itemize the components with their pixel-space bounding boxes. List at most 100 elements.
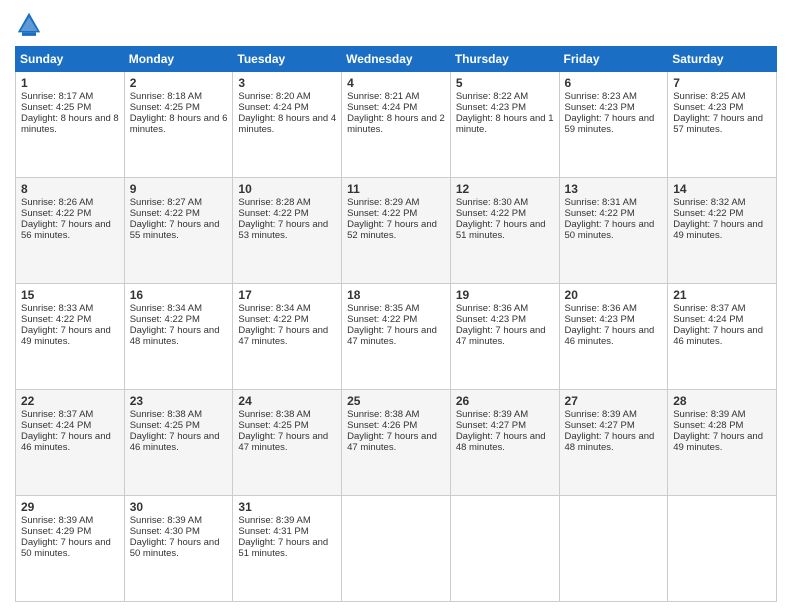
day-number: 27 — [565, 394, 663, 408]
day-number: 30 — [130, 500, 228, 514]
calendar-cell: 2 Sunrise: 8:18 AM Sunset: 4:25 PM Dayli… — [124, 72, 233, 178]
daylight-label: Daylight: 7 hours and 49 minutes. — [21, 325, 111, 347]
calendar-cell: 18 Sunrise: 8:35 AM Sunset: 4:22 PM Dayl… — [342, 284, 451, 390]
sunrise-label: Sunrise: 8:38 AM — [347, 409, 419, 420]
day-number: 8 — [21, 182, 119, 196]
daylight-label: Daylight: 7 hours and 49 minutes. — [673, 431, 763, 453]
day-header-wednesday: Wednesday — [342, 47, 451, 72]
sunrise-label: Sunrise: 8:31 AM — [565, 197, 637, 208]
day-number: 3 — [238, 76, 336, 90]
calendar-week-1: 1 Sunrise: 8:17 AM Sunset: 4:25 PM Dayli… — [16, 72, 777, 178]
sunset-label: Sunset: 4:23 PM — [456, 314, 526, 325]
daylight-label: Daylight: 7 hours and 51 minutes. — [456, 219, 546, 241]
sunrise-label: Sunrise: 8:21 AM — [347, 91, 419, 102]
sunset-label: Sunset: 4:28 PM — [673, 420, 743, 431]
daylight-label: Daylight: 7 hours and 47 minutes. — [347, 325, 437, 347]
logo — [15, 10, 47, 38]
daylight-label: Daylight: 8 hours and 1 minute. — [456, 113, 554, 135]
sunset-label: Sunset: 4:22 PM — [673, 208, 743, 219]
daylight-label: Daylight: 7 hours and 50 minutes. — [565, 219, 655, 241]
daylight-label: Daylight: 7 hours and 46 minutes. — [565, 325, 655, 347]
day-number: 10 — [238, 182, 336, 196]
sunrise-label: Sunrise: 8:29 AM — [347, 197, 419, 208]
sunrise-label: Sunrise: 8:33 AM — [21, 303, 93, 314]
sunset-label: Sunset: 4:23 PM — [565, 314, 635, 325]
day-header-friday: Friday — [559, 47, 668, 72]
day-number: 16 — [130, 288, 228, 302]
sunrise-label: Sunrise: 8:25 AM — [673, 91, 745, 102]
daylight-label: Daylight: 7 hours and 47 minutes. — [238, 431, 328, 453]
daylight-label: Daylight: 7 hours and 48 minutes. — [456, 431, 546, 453]
sunset-label: Sunset: 4:27 PM — [456, 420, 526, 431]
day-number: 22 — [21, 394, 119, 408]
day-number: 17 — [238, 288, 336, 302]
sunset-label: Sunset: 4:23 PM — [673, 102, 743, 113]
day-number: 28 — [673, 394, 771, 408]
sunrise-label: Sunrise: 8:39 AM — [456, 409, 528, 420]
daylight-label: Daylight: 7 hours and 50 minutes. — [130, 537, 220, 559]
daylight-label: Daylight: 7 hours and 46 minutes. — [673, 325, 763, 347]
sunset-label: Sunset: 4:24 PM — [347, 102, 417, 113]
sunset-label: Sunset: 4:22 PM — [21, 314, 91, 325]
sunset-label: Sunset: 4:22 PM — [130, 208, 200, 219]
calendar-cell: 3 Sunrise: 8:20 AM Sunset: 4:24 PM Dayli… — [233, 72, 342, 178]
sunrise-label: Sunrise: 8:32 AM — [673, 197, 745, 208]
daylight-label: Daylight: 7 hours and 46 minutes. — [130, 431, 220, 453]
day-number: 14 — [673, 182, 771, 196]
sunrise-label: Sunrise: 8:35 AM — [347, 303, 419, 314]
calendar-cell: 19 Sunrise: 8:36 AM Sunset: 4:23 PM Dayl… — [450, 284, 559, 390]
sunset-label: Sunset: 4:30 PM — [130, 526, 200, 537]
calendar-body: 1 Sunrise: 8:17 AM Sunset: 4:25 PM Dayli… — [16, 72, 777, 602]
sunset-label: Sunset: 4:27 PM — [565, 420, 635, 431]
daylight-label: Daylight: 7 hours and 57 minutes. — [673, 113, 763, 135]
day-header-saturday: Saturday — [668, 47, 777, 72]
calendar-cell: 24 Sunrise: 8:38 AM Sunset: 4:25 PM Dayl… — [233, 390, 342, 496]
sunrise-label: Sunrise: 8:37 AM — [673, 303, 745, 314]
calendar-cell: 31 Sunrise: 8:39 AM Sunset: 4:31 PM Dayl… — [233, 496, 342, 602]
calendar-table: SundayMondayTuesdayWednesdayThursdayFrid… — [15, 46, 777, 602]
calendar-cell: 20 Sunrise: 8:36 AM Sunset: 4:23 PM Dayl… — [559, 284, 668, 390]
day-header-monday: Monday — [124, 47, 233, 72]
calendar-cell: 14 Sunrise: 8:32 AM Sunset: 4:22 PM Dayl… — [668, 178, 777, 284]
sunset-label: Sunset: 4:31 PM — [238, 526, 308, 537]
daylight-label: Daylight: 7 hours and 50 minutes. — [21, 537, 111, 559]
day-number: 20 — [565, 288, 663, 302]
sunrise-label: Sunrise: 8:34 AM — [130, 303, 202, 314]
sunset-label: Sunset: 4:22 PM — [238, 208, 308, 219]
daylight-label: Daylight: 7 hours and 47 minutes. — [238, 325, 328, 347]
calendar-cell: 29 Sunrise: 8:39 AM Sunset: 4:29 PM Dayl… — [16, 496, 125, 602]
day-number: 13 — [565, 182, 663, 196]
logo-icon — [15, 10, 43, 38]
calendar-cell: 12 Sunrise: 8:30 AM Sunset: 4:22 PM Dayl… — [450, 178, 559, 284]
calendar-cell: 7 Sunrise: 8:25 AM Sunset: 4:23 PM Dayli… — [668, 72, 777, 178]
sunrise-label: Sunrise: 8:18 AM — [130, 91, 202, 102]
calendar-cell: 11 Sunrise: 8:29 AM Sunset: 4:22 PM Dayl… — [342, 178, 451, 284]
daylight-label: Daylight: 7 hours and 53 minutes. — [238, 219, 328, 241]
daylight-label: Daylight: 8 hours and 4 minutes. — [238, 113, 336, 135]
calendar-cell: 6 Sunrise: 8:23 AM Sunset: 4:23 PM Dayli… — [559, 72, 668, 178]
day-header-sunday: Sunday — [16, 47, 125, 72]
sunset-label: Sunset: 4:24 PM — [673, 314, 743, 325]
sunset-label: Sunset: 4:22 PM — [238, 314, 308, 325]
sunset-label: Sunset: 4:23 PM — [565, 102, 635, 113]
day-number: 7 — [673, 76, 771, 90]
sunset-label: Sunset: 4:22 PM — [347, 314, 417, 325]
sunrise-label: Sunrise: 8:30 AM — [456, 197, 528, 208]
sunset-label: Sunset: 4:25 PM — [238, 420, 308, 431]
calendar-cell: 26 Sunrise: 8:39 AM Sunset: 4:27 PM Dayl… — [450, 390, 559, 496]
daylight-label: Daylight: 7 hours and 47 minutes. — [347, 431, 437, 453]
day-number: 25 — [347, 394, 445, 408]
sunrise-label: Sunrise: 8:20 AM — [238, 91, 310, 102]
calendar-cell — [668, 496, 777, 602]
daylight-label: Daylight: 7 hours and 49 minutes. — [673, 219, 763, 241]
day-number: 6 — [565, 76, 663, 90]
daylight-label: Daylight: 7 hours and 48 minutes. — [565, 431, 655, 453]
calendar-cell: 21 Sunrise: 8:37 AM Sunset: 4:24 PM Dayl… — [668, 284, 777, 390]
calendar-cell — [559, 496, 668, 602]
calendar-cell: 10 Sunrise: 8:28 AM Sunset: 4:22 PM Dayl… — [233, 178, 342, 284]
daylight-label: Daylight: 7 hours and 55 minutes. — [130, 219, 220, 241]
daylight-label: Daylight: 8 hours and 6 minutes. — [130, 113, 228, 135]
daylight-label: Daylight: 7 hours and 56 minutes. — [21, 219, 111, 241]
daylight-label: Daylight: 7 hours and 48 minutes. — [130, 325, 220, 347]
sunrise-label: Sunrise: 8:36 AM — [456, 303, 528, 314]
